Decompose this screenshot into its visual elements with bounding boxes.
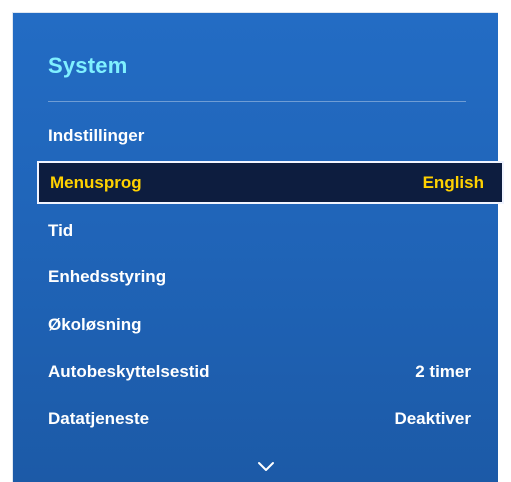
menu-item-label: Indstillinger — [48, 126, 145, 145]
menu-item-indstillinger[interactable]: Indstillinger — [48, 116, 471, 156]
menu-item-value: English — [422, 172, 484, 192]
menu-item-datatjeneste[interactable]: Datatjeneste Deaktiver — [48, 399, 471, 439]
menu-item-tid[interactable]: Tid — [48, 211, 471, 251]
menu-item-label: Enhedsstyring — [48, 267, 167, 286]
menu-item-autobeskyttelsestid[interactable]: Autobeskyttelsestid 2 timer — [48, 352, 471, 392]
system-menu-panel: System Indstillinger Menusprog English T… — [12, 12, 504, 482]
menu-item-value: Deaktiver — [394, 409, 471, 428]
chevron-down-icon[interactable] — [257, 461, 275, 473]
menu-item-label: Økoløsning — [48, 315, 142, 334]
menu-item-label: Autobeskyttelsestid — [48, 362, 210, 381]
menu-item-okolosning[interactable]: Økoløsning — [48, 305, 471, 345]
panel-title: System — [48, 53, 128, 78]
menu-item-label: Tid — [48, 221, 74, 240]
menu-item-label: Datatjeneste — [48, 409, 150, 428]
menu-item-enhedsstyring[interactable]: Enhedsstyring — [48, 257, 471, 297]
menu-item-menusprog[interactable]: Menusprog English — [37, 161, 504, 204]
menu-item-label: Menusprog — [50, 172, 142, 192]
title-divider — [48, 101, 466, 102]
menu-item-value: 2 timer — [415, 362, 471, 381]
